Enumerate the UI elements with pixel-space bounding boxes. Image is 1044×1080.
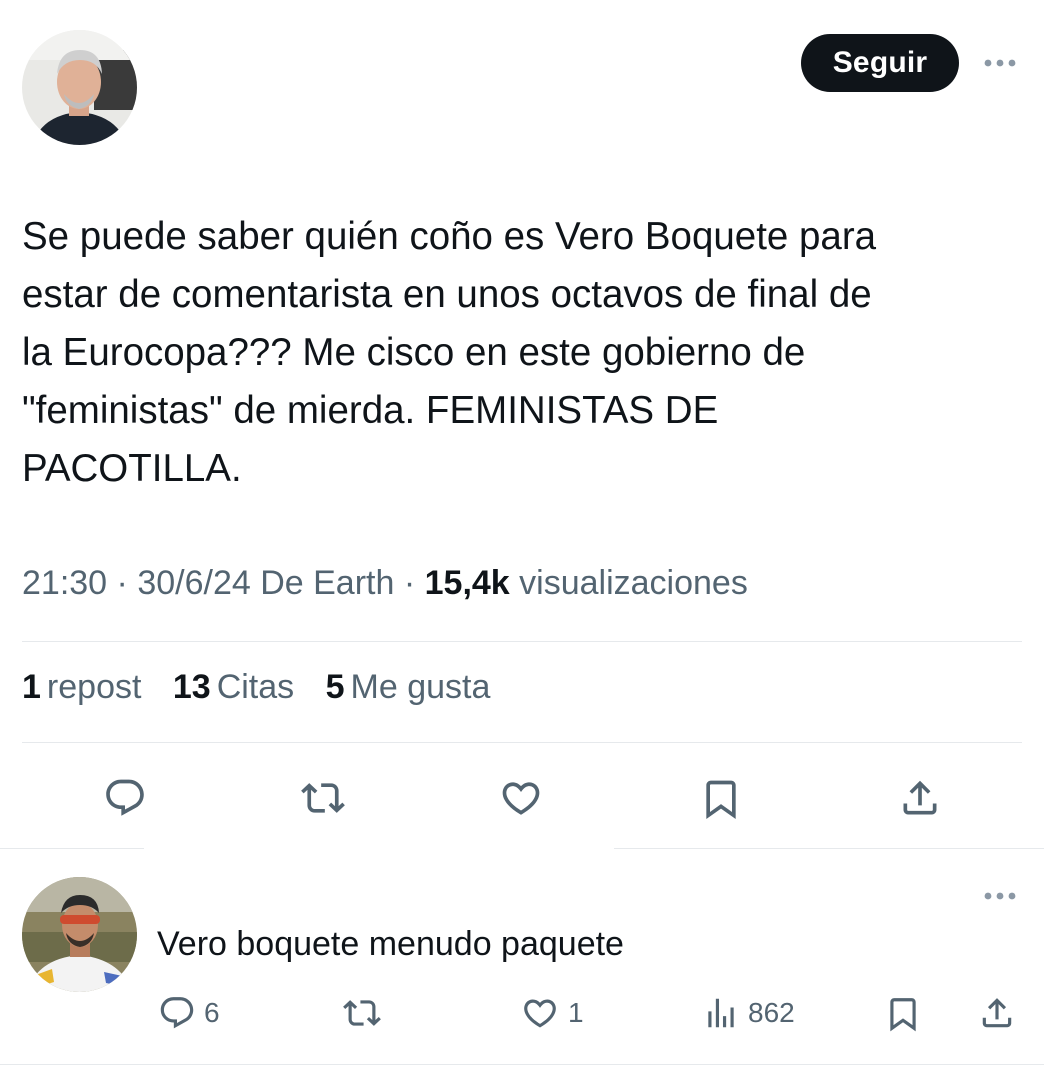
divider (22, 641, 1022, 642)
quotes-label: Citas (216, 668, 295, 706)
more-icon[interactable] (982, 56, 1018, 74)
views-label: visualizaciones (519, 564, 748, 602)
reply-share-button[interactable] (978, 994, 1016, 1032)
author-avatar[interactable] (22, 30, 137, 145)
reposts-stat[interactable]: 1 repost (22, 668, 141, 706)
reply-views-button[interactable]: 862 (702, 994, 795, 1032)
reposts-count: 1 (22, 668, 41, 706)
share-icon (982, 998, 1012, 1028)
meta-separator: · (116, 564, 128, 602)
quotes-stat[interactable]: 13 Citas (173, 668, 294, 706)
reply-views-count: 862 (748, 997, 795, 1028)
views-count: 15,4k (424, 564, 510, 602)
section-divider (0, 848, 144, 849)
repost-icon[interactable] (300, 776, 346, 820)
likes-count: 5 (325, 668, 345, 706)
reply-avatar[interactable] (22, 877, 137, 992)
reply-replies-count: 6 (204, 997, 220, 1028)
follow-button[interactable]: Seguir (801, 34, 959, 92)
divider (0, 1064, 1044, 1065)
bookmark-icon[interactable] (699, 776, 743, 822)
meta-separator: · (403, 564, 416, 602)
engagement-stats: 1 repost 13 Citas 5 Me gusta (22, 668, 512, 707)
quotes-count: 13 (172, 668, 211, 706)
like-icon (524, 999, 556, 1028)
repost-icon (343, 1000, 381, 1026)
reply-likes-count: 1 (568, 997, 584, 1028)
reply-text: Vero boquete menudo paquete (157, 925, 624, 963)
tweet-text: Se puede saber quién coño es Vero Boquet… (22, 215, 877, 490)
tweet-time[interactable]: 21:30 (22, 564, 107, 602)
reply-icon[interactable] (103, 776, 147, 820)
reply-reply-button[interactable]: 6 (158, 994, 220, 1032)
likes-stat[interactable]: 5 Me gusta (326, 668, 491, 706)
reply-repost-button[interactable] (342, 994, 382, 1032)
tweet-date-source[interactable]: 30/6/24 De Earth (137, 564, 394, 602)
reply-like-button[interactable]: 1 (520, 994, 584, 1032)
likes-label: Me gusta (350, 668, 491, 706)
reply-icon (160, 997, 194, 1029)
divider (22, 742, 1022, 743)
like-icon[interactable] (498, 776, 544, 820)
reply-bookmark-button[interactable] (884, 994, 922, 1034)
reposts-label: repost (46, 668, 142, 706)
share-icon[interactable] (898, 776, 942, 820)
reply-more-icon[interactable] (982, 889, 1018, 907)
bookmark-icon (890, 998, 916, 1032)
tweet-meta: 21:30 · 30/6/24 De Earth · 15,4k visuali… (22, 564, 748, 603)
views-icon (708, 998, 734, 1028)
section-divider (614, 848, 1044, 849)
